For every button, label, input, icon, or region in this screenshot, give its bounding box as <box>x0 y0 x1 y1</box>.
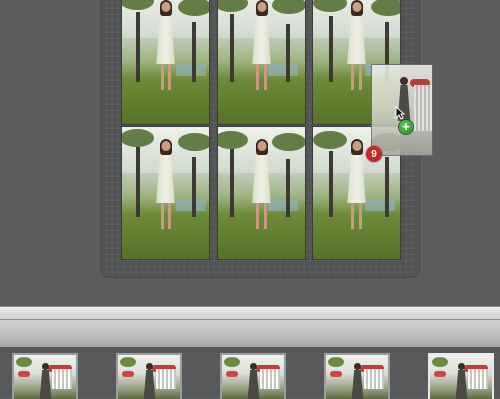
grid-photo[interactable] <box>121 126 210 260</box>
grid-photo[interactable] <box>217 0 306 125</box>
filmstrip <box>0 347 500 399</box>
filmstrip-thumbnail[interactable] <box>324 353 390 399</box>
panel-divider[interactable] <box>0 306 500 348</box>
filmstrip-thumbnail[interactable] <box>220 353 286 399</box>
grid-photo[interactable] <box>121 0 210 125</box>
filmstrip-thumbnail[interactable] <box>12 353 78 399</box>
add-plus-icon: + <box>399 120 413 134</box>
filmstrip-thumbnail[interactable] <box>116 353 182 399</box>
filmstrip-thumbnail-selected[interactable] <box>428 353 494 399</box>
drag-count-badge: 9 <box>366 146 382 162</box>
grid-photo[interactable] <box>217 126 306 260</box>
arrow-cursor-icon <box>395 106 405 120</box>
